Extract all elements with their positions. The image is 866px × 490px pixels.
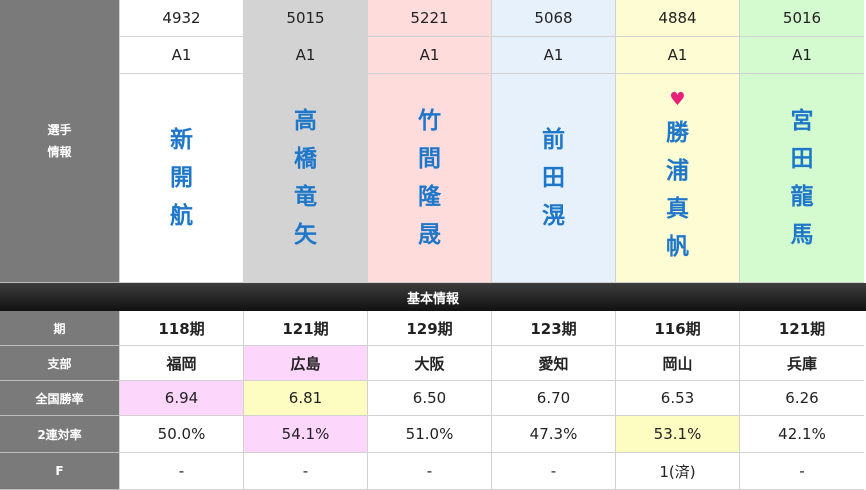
- flying-cell-4: -: [492, 453, 616, 490]
- two-rate-cell-1: 50.0%: [120, 416, 244, 453]
- win-rate-cell-5: 6.53: [616, 381, 740, 416]
- win-rate-cell-3: 6.50: [368, 381, 492, 416]
- branch-label: 支部: [0, 346, 120, 381]
- racer-name-char: 浦: [666, 158, 689, 184]
- two-rate-cell-2: 54.1%: [244, 416, 368, 453]
- win-rate-cell-2: 6.81: [244, 381, 368, 416]
- racer-grade-4: A1: [492, 37, 616, 74]
- racer-number-6: 5016: [740, 0, 864, 37]
- racer-name-char: 高: [294, 108, 317, 134]
- flying-label: F: [0, 453, 120, 490]
- racer-name-char: 前: [542, 127, 565, 153]
- racer-name-char: 開: [170, 165, 193, 191]
- racer-name-link-5[interactable]: 勝 浦 真 帆: [666, 114, 689, 266]
- two-rate-cell-5: 53.1%: [616, 416, 740, 453]
- racer-number-1: 4932: [120, 0, 244, 37]
- term-cell-3: 129期: [368, 311, 492, 346]
- branch-cell-5: 岡山: [616, 346, 740, 381]
- flying-cell-5: 1(済): [616, 453, 740, 490]
- racer-name-char: 航: [170, 203, 193, 229]
- racer-grade-5: A1: [616, 37, 740, 74]
- branch-cell-3: 大阪: [368, 346, 492, 381]
- racer-grade-1: A1: [120, 37, 244, 74]
- racer-name-cell-6: 宮 田 龍 馬: [740, 74, 864, 283]
- racer-grade-3: A1: [368, 37, 492, 74]
- flying-cell-1: -: [120, 453, 244, 490]
- racer-name-char: 新: [170, 127, 193, 153]
- racer-name-char: 隆: [418, 184, 441, 210]
- racer-name-link-3[interactable]: 竹 間 隆 晟: [418, 102, 441, 254]
- racer-name-char: 真: [666, 196, 689, 222]
- racer-number-3: 5221: [368, 0, 492, 37]
- racer-name-link-4[interactable]: 前 田 滉: [542, 121, 565, 235]
- racer-name-char: 田: [542, 165, 565, 191]
- win-rate-cell-6: 6.26: [740, 381, 864, 416]
- racer-name-cell-1: 新 開 航: [120, 74, 244, 283]
- racer-name-cell-2: 高 橋 竜 矢: [244, 74, 368, 283]
- racer-name-char: 竜: [294, 184, 317, 210]
- racer-grade-2: A1: [244, 37, 368, 74]
- branch-cell-1: 福岡: [120, 346, 244, 381]
- racer-number-2: 5015: [244, 0, 368, 37]
- racer-name-char: 宮: [790, 108, 814, 134]
- racer-name-link-1[interactable]: 新 開 航: [170, 121, 193, 235]
- basic-info-grid: 期 118期 121期 129期 123期 116期 121期 支部 福岡 広島…: [0, 311, 866, 490]
- racer-name-char: 晟: [418, 222, 441, 248]
- racer-name-char: 田: [790, 146, 814, 172]
- branch-cell-6: 兵庫: [740, 346, 864, 381]
- term-cell-1: 118期: [120, 311, 244, 346]
- racer-number-5: 4884: [616, 0, 740, 37]
- term-cell-6: 121期: [740, 311, 864, 346]
- flying-cell-6: -: [740, 453, 864, 490]
- racer-grade-6: A1: [740, 37, 864, 74]
- term-cell-4: 123期: [492, 311, 616, 346]
- racer-name-char: 龍: [790, 184, 814, 210]
- racer-name-char: 間: [418, 146, 441, 172]
- flying-cell-3: -: [368, 453, 492, 490]
- racer-name-cell-3: 竹 間 隆 晟: [368, 74, 492, 283]
- racer-name-char: 滉: [542, 203, 565, 229]
- win-rate-cell-4: 6.70: [492, 381, 616, 416]
- racer-name-char: 帆: [666, 234, 689, 260]
- racer-name-char: 勝: [666, 120, 689, 146]
- racer-name-char: 馬: [790, 222, 814, 248]
- racer-name-char: 橋: [294, 146, 317, 172]
- flying-cell-2: -: [244, 453, 368, 490]
- heart-icon: ♥: [669, 89, 686, 110]
- racer-name-link-6[interactable]: 宮 田 龍 馬: [791, 102, 814, 254]
- player-info-label-line2: 情報: [47, 145, 72, 159]
- racer-name-cell-4: 前 田 滉: [492, 74, 616, 283]
- term-label: 期: [0, 311, 120, 346]
- racer-name-char: 矢: [294, 222, 317, 248]
- term-cell-2: 121期: [244, 311, 368, 346]
- two-rate-cell-6: 42.1%: [740, 416, 864, 453]
- racer-number-4: 5068: [492, 0, 616, 37]
- branch-cell-2: 広島: [244, 346, 368, 381]
- win-rate-cell-1: 6.94: [120, 381, 244, 416]
- player-info-label-line1: 選手: [47, 123, 72, 137]
- term-cell-5: 116期: [616, 311, 740, 346]
- two-place-rate-label: 2連対率: [0, 416, 120, 453]
- two-rate-cell-4: 47.3%: [492, 416, 616, 453]
- national-win-rate-label: 全国勝率: [0, 381, 120, 416]
- basic-info-header: 基本情報: [0, 283, 866, 311]
- player-info-label: 選手 情報: [0, 0, 120, 283]
- branch-cell-4: 愛知: [492, 346, 616, 381]
- racer-name-link-2[interactable]: 高 橋 竜 矢: [294, 102, 317, 254]
- racer-info-table: 選手 情報 4932 5015 5221 5068 4884 5016 A1 A…: [0, 0, 866, 490]
- racer-name-char: 竹: [418, 108, 441, 134]
- racer-name-cell-5: ♥ 勝 浦 真 帆: [616, 74, 740, 283]
- two-rate-cell-3: 51.0%: [368, 416, 492, 453]
- player-info-grid: 選手 情報 4932 5015 5221 5068 4884 5016 A1 A…: [0, 0, 866, 283]
